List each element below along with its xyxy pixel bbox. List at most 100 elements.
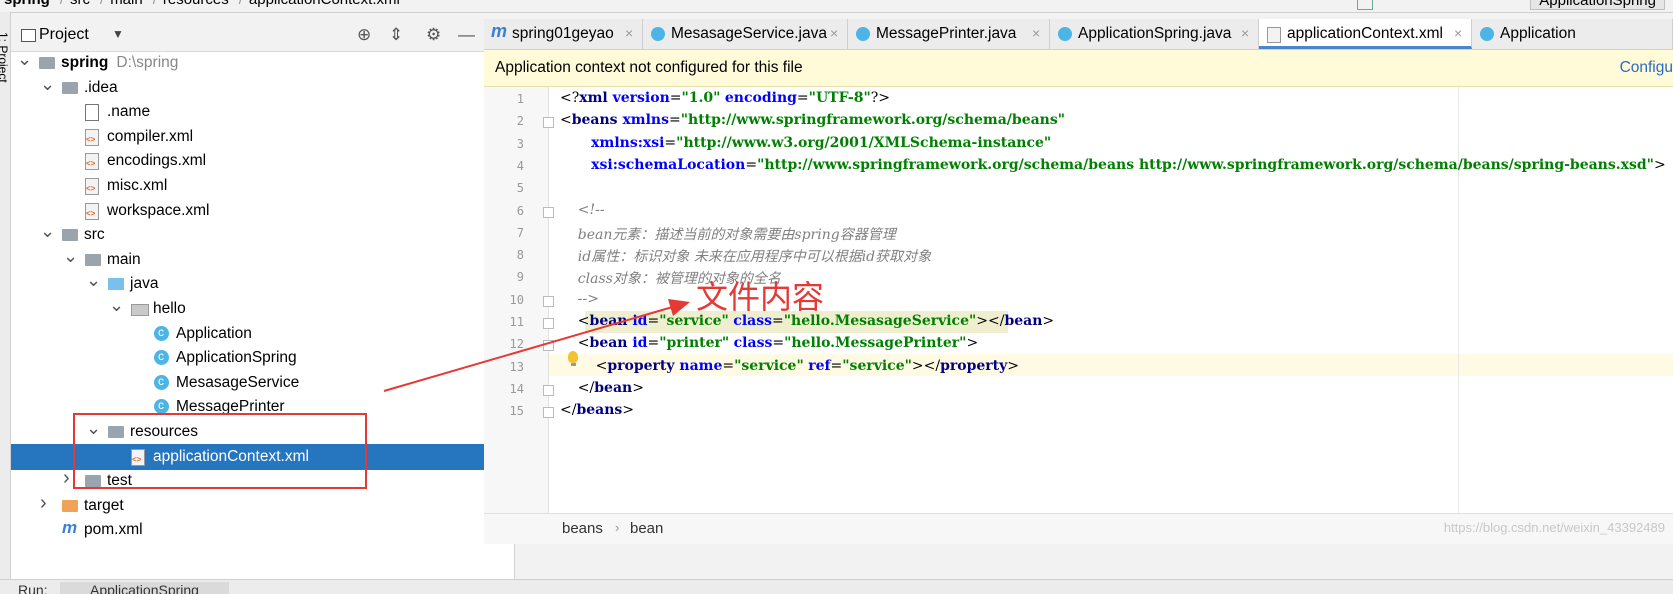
code-token: > <box>632 379 644 396</box>
breadcrumb-item[interactable]: src <box>70 0 90 8</box>
chevron-down-icon[interactable]: ⌄ <box>86 270 101 291</box>
code-line: <beans xmlns="http://www.springframework… <box>560 112 1065 128</box>
tree-item[interactable]: › target <box>11 492 514 519</box>
fold-marker-icon[interactable] <box>543 206 554 218</box>
editor-tab-label: Application <box>1500 25 1576 42</box>
breadcrumb-separator: / <box>60 0 64 8</box>
chevron-down-icon[interactable]: ⌄ <box>40 221 55 242</box>
breadcrumb-item[interactable]: applicationContext.xml <box>249 0 400 8</box>
tree-item[interactable]: misc.xml <box>11 173 514 199</box>
code-token: = <box>745 156 758 173</box>
chevron-down-icon[interactable]: ⌄ <box>109 295 124 316</box>
breadcrumb-item[interactable]: resources <box>163 0 229 8</box>
code-token: </ <box>560 379 595 396</box>
run-tab[interactable]: ApplicationSpring <box>60 582 229 594</box>
tree-item[interactable]: ⌄ spring D:\spring <box>11 49 514 76</box>
tree-item-label: .name <box>107 103 150 121</box>
tree-item-text: java <box>130 275 159 293</box>
context-banner: Application context not configured for t… <box>484 50 1673 87</box>
breadcrumb-item[interactable]: spring <box>4 0 50 8</box>
tree-item[interactable]: pom.xml <box>11 517 514 543</box>
tree-item-label: .idea <box>84 79 118 97</box>
close-icon[interactable]: × <box>1241 25 1249 41</box>
code-token: bean元素：描述当前的对象需要由spring容器管理 <box>560 226 896 243</box>
close-icon[interactable]: × <box>830 25 838 41</box>
code-token: id <box>632 313 648 329</box>
tree-item-label: spring D:\spring <box>61 54 178 72</box>
code-token: xml <box>579 90 613 106</box>
tree-item[interactable]: compiler.xml <box>11 124 514 150</box>
code-token: bean <box>589 313 633 329</box>
build-icon[interactable] <box>1357 0 1373 10</box>
breadcrumb-separator: / <box>239 0 243 8</box>
tree-item[interactable]: Application <box>11 321 514 347</box>
chevron-right-icon[interactable]: › <box>40 492 47 515</box>
chevron-down-icon[interactable]: ▼ <box>112 27 124 41</box>
tree-item[interactable]: ApplicationSpring <box>11 345 514 371</box>
chevron-right-icon[interactable]: › <box>63 467 70 490</box>
editor-tab-label: MesasageService.java <box>671 25 827 42</box>
close-icon[interactable]: × <box>1032 25 1040 41</box>
banner-message: Application context not configured for t… <box>495 59 803 76</box>
tree-item[interactable]: ⌄ .idea <box>11 74 514 101</box>
tree-item[interactable]: encodings.xml <box>11 148 514 174</box>
code-token: > <box>1042 313 1055 329</box>
collapse-all-icon[interactable]: ⇕ <box>389 25 403 45</box>
tree-item[interactable]: ⌄ hello <box>11 295 514 322</box>
code-token: </ <box>560 402 577 419</box>
fold-marker-icon[interactable] <box>543 340 554 352</box>
maven-icon <box>491 21 507 42</box>
code-token: version <box>612 90 670 106</box>
tree-item-text: encodings.xml <box>107 152 207 170</box>
project-tool-window-button[interactable]: 1: Project <box>0 32 10 83</box>
configure-link[interactable]: Configu <box>1620 59 1673 77</box>
close-icon[interactable]: × <box>625 25 633 41</box>
tree-item[interactable]: MesasageService <box>11 370 514 396</box>
breadcrumb-beans[interactable]: beans <box>562 520 603 537</box>
class-icon <box>154 349 169 366</box>
code-token: "hello.MessagePrinter" <box>784 335 967 352</box>
code-line: </bean> <box>560 380 644 396</box>
gear-icon[interactable]: ⚙ <box>426 25 441 45</box>
fold-marker-icon[interactable] <box>543 295 554 307</box>
run-configuration-selector[interactable]: ApplicationSpring <box>1530 0 1665 10</box>
code-token: beans <box>576 402 623 419</box>
fold-marker-icon[interactable] <box>543 318 554 329</box>
project-view-selector[interactable]: Project <box>39 26 89 44</box>
editor-tab[interactable]: spring01geyao × <box>484 19 643 49</box>
tree-item[interactable]: ⌄ src <box>11 221 514 248</box>
tree-item[interactable]: ⌄ main <box>11 246 514 273</box>
tree-item[interactable]: ⌄ java <box>11 270 514 297</box>
chevron-down-icon[interactable]: ⌄ <box>40 74 55 95</box>
close-icon[interactable]: × <box>1454 25 1462 41</box>
editor-tab[interactable]: ApplicationSpring.java × <box>1050 19 1259 49</box>
tree-item-text: misc.xml <box>107 177 168 194</box>
class-icon <box>856 27 870 41</box>
tree-item[interactable]: workspace.xml <box>11 198 514 224</box>
code-token: xsi:schemaLocation <box>591 156 746 173</box>
code-line: --> <box>560 291 599 307</box>
breadcrumb-bean[interactable]: bean <box>630 520 663 537</box>
fold-marker-icon[interactable] <box>543 117 554 129</box>
hide-icon[interactable]: — <box>458 25 475 45</box>
code-editor[interactable]: 1 2 3 4 5 6 7 8 9 10 11 12 13 14 15 <?xml version="1.0… <box>484 87 1673 513</box>
editor-tab[interactable]: Application <box>1472 19 1673 49</box>
editor-tab[interactable]: applicationContext.xml × <box>1259 19 1472 49</box>
line-number: 7 <box>516 225 524 240</box>
tree-item[interactable]: .name <box>11 99 514 125</box>
breadcrumb-item[interactable]: main <box>110 0 143 8</box>
code-line: xsi:schemaLocation="http://www.springfra… <box>560 157 1666 173</box>
fold-marker-icon[interactable] <box>543 407 554 419</box>
line-number: 11 <box>509 315 524 329</box>
fold-marker-icon[interactable] <box>543 384 554 396</box>
code-line: <bean id="printer" class="hello.MessageP… <box>560 335 978 351</box>
chevron-down-icon[interactable]: ⌄ <box>63 246 78 267</box>
chevron-down-icon[interactable]: ⌄ <box>17 49 32 70</box>
editor-tab[interactable]: MesasageService.java × <box>643 19 848 49</box>
code-token: "1.0" <box>681 90 721 106</box>
editor-tab[interactable]: MessagePrinter.java × <box>848 19 1050 49</box>
line-number: 14 <box>509 381 524 396</box>
code-token: id属性：标识对象 未来在应用程序中可以根据id获取对象 <box>560 249 932 266</box>
locate-icon[interactable]: ⊕ <box>357 25 371 45</box>
